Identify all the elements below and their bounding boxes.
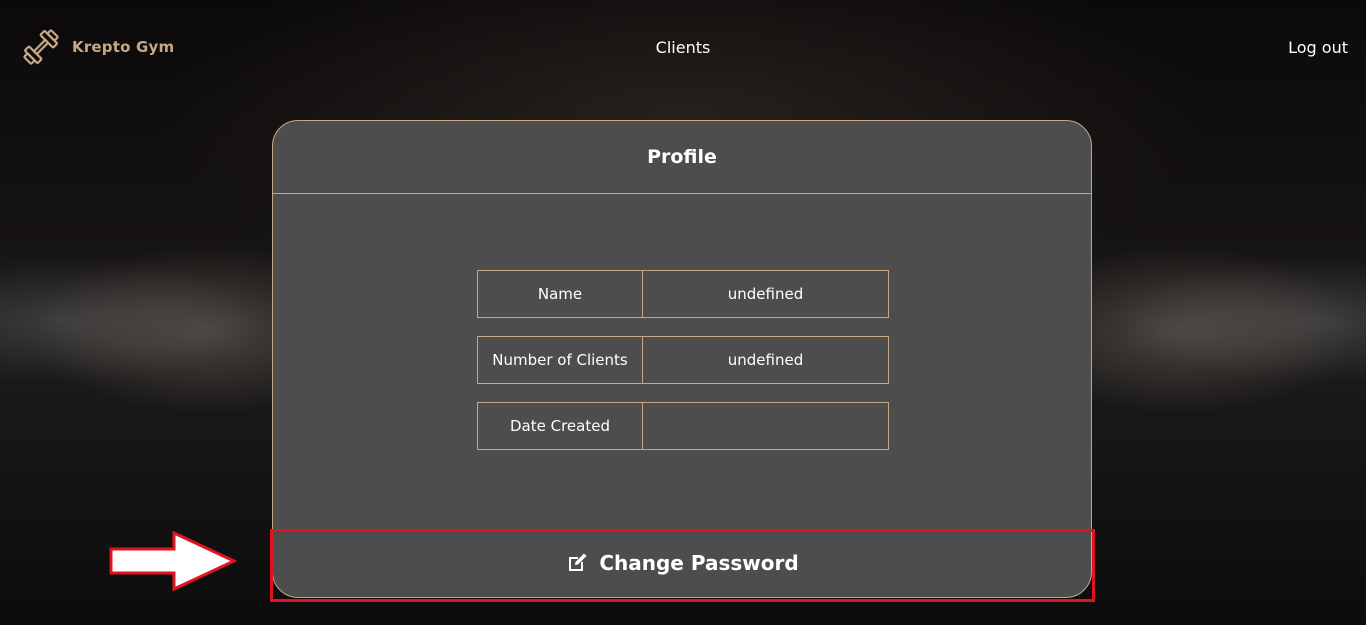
nav-clients-link[interactable]: Clients (656, 38, 711, 57)
profile-value: undefined (727, 285, 804, 303)
profile-label: Number of Clients (478, 337, 643, 383)
brand-name: Krepto Gym (72, 38, 175, 56)
profile-value: undefined (727, 351, 804, 369)
profile-title: Profile (273, 121, 1091, 194)
change-password-button[interactable]: Change Password (273, 529, 1091, 597)
profile-value (643, 403, 888, 449)
profile-info-table: Name undefined Number of Clients undefin… (477, 270, 889, 468)
profile-row-name: Name undefined (477, 270, 889, 318)
profile-label: Date Created (478, 403, 643, 449)
profile-card: Profile Name undefined Number of Clients… (272, 120, 1092, 598)
logo-link[interactable]: Krepto Gym (20, 26, 174, 68)
change-password-label: Change Password (599, 551, 799, 575)
profile-label: Name (478, 271, 643, 317)
arrow-right-icon (109, 530, 238, 592)
profile-row-clients: Number of Clients undefined (477, 336, 889, 384)
dumbbell-icon (23, 29, 59, 65)
profile-row-date-created: Date Created (477, 402, 889, 450)
logout-link[interactable]: Log out (1288, 38, 1348, 57)
edit-icon (569, 553, 587, 571)
